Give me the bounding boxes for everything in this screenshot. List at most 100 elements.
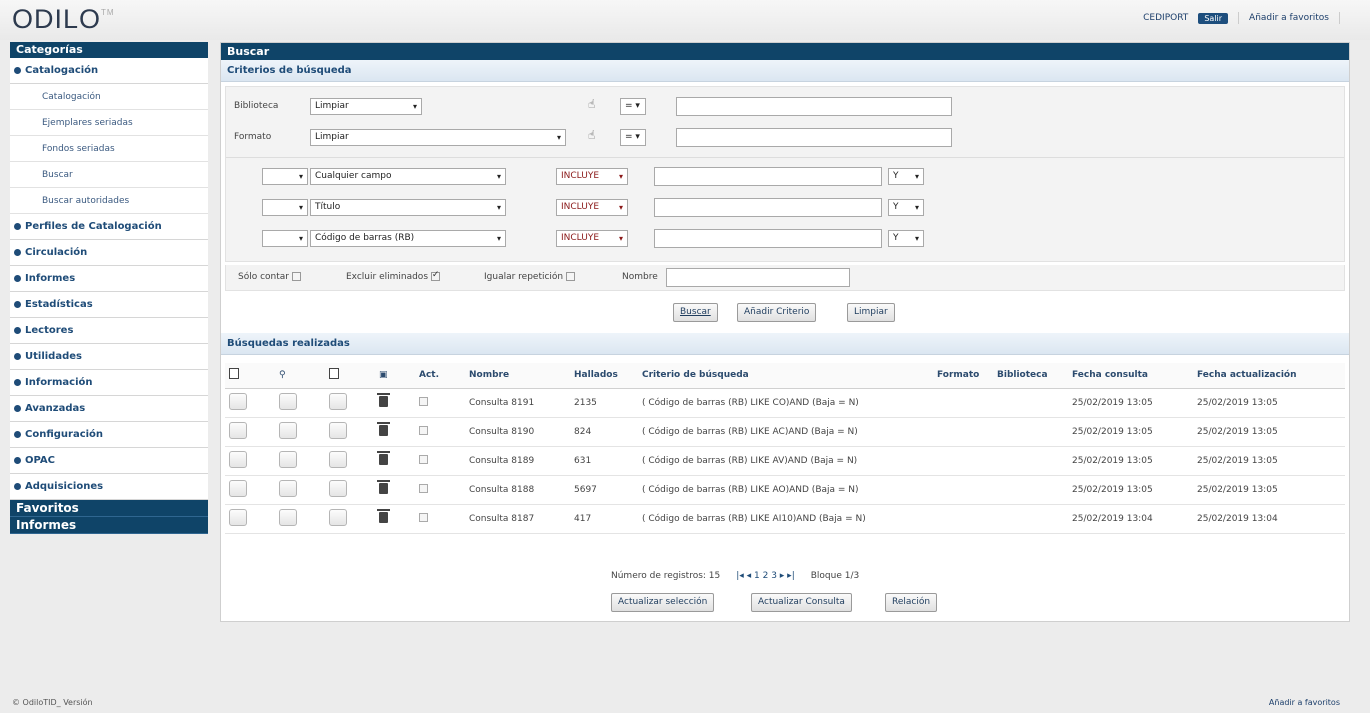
trash-icon[interactable] <box>377 392 390 407</box>
paren-select[interactable]: ▾ <box>262 199 308 216</box>
sidebar-item-adquisiciones[interactable]: Adquisiciones <box>10 474 208 500</box>
sidebar-subitem[interactable]: Buscar <box>10 162 208 188</box>
block-indicator: Bloque 1/3 <box>810 571 860 581</box>
sidebar-item-utilidades[interactable]: Utilidades <box>10 344 208 370</box>
formato-input[interactable] <box>676 128 952 147</box>
add-favorites-link[interactable]: Añadir a favoritos <box>1249 13 1329 23</box>
operator-select[interactable]: INCLUYE ▾ <box>556 199 628 216</box>
sidebar-item-configuracion[interactable]: Configuración <box>10 422 208 448</box>
field-select[interactable]: Título ▾ <box>310 199 506 216</box>
update-selection-button[interactable]: Actualizar selección <box>611 593 715 612</box>
sidebar-subitem[interactable]: Fondos seriadas <box>10 136 208 162</box>
trash-icon[interactable] <box>377 479 390 494</box>
field-select[interactable]: Cualquier campo ▾ <box>310 168 506 185</box>
select-checkbox[interactable] <box>229 508 247 526</box>
select-checkbox[interactable] <box>229 392 247 410</box>
sidebar: Categorías Catalogación Catalogación Eje… <box>10 42 208 534</box>
buscar-button[interactable]: Buscar <box>673 303 718 322</box>
result-name[interactable]: Consulta 8187 <box>465 504 570 534</box>
sidebar-subitem[interactable]: Buscar autoridades <box>10 188 208 214</box>
conjunction-select[interactable]: Y ▾ <box>888 199 924 216</box>
conjunction-select[interactable]: Y ▾ <box>888 230 924 247</box>
view-button[interactable] <box>279 421 297 439</box>
paren-select[interactable]: ▾ <box>262 230 308 247</box>
paren-select[interactable]: ▾ <box>262 168 308 185</box>
sidebar-subitem[interactable]: Catalogación <box>10 84 208 110</box>
result-name[interactable]: Consulta 8189 <box>465 446 570 476</box>
result-fecha: 25/02/2019 13:05 <box>1068 446 1193 476</box>
hand-pointer-icon[interactable]: ☝ <box>588 97 595 111</box>
igualar-repeticion-checkbox[interactable] <box>566 272 576 281</box>
sidebar-informes[interactable]: Informes <box>10 517 208 534</box>
operator-select[interactable]: INCLUYE ▾ <box>556 230 628 247</box>
add-criteria-button[interactable]: Añadir Criterio <box>737 303 817 322</box>
edit-button[interactable] <box>329 508 347 526</box>
select-checkbox[interactable] <box>229 479 247 497</box>
nombre-input[interactable] <box>666 268 850 287</box>
trash-icon[interactable] <box>377 421 390 436</box>
biblioteca-input[interactable] <box>676 97 952 116</box>
sidebar-item-estadisticas[interactable]: Estadísticas <box>10 292 208 318</box>
act-checkbox[interactable] <box>419 425 428 435</box>
result-name[interactable]: Consulta 8188 <box>465 475 570 505</box>
sidebar-item-avanzadas[interactable]: Avanzadas <box>10 396 208 422</box>
trash-icon[interactable] <box>377 450 390 465</box>
document-icon[interactable] <box>329 368 339 380</box>
trash-icon[interactable] <box>377 508 390 523</box>
formato-select[interactable]: Limpiar ▾ <box>310 129 566 146</box>
view-button[interactable] <box>279 392 297 410</box>
act-checkbox[interactable] <box>419 396 428 406</box>
sidebar-item-perfiles[interactable]: Perfiles de Catalogación <box>10 214 208 240</box>
sidebar-item-circulacion[interactable]: Circulación <box>10 240 208 266</box>
act-checkbox[interactable] <box>419 512 428 522</box>
col-formato: Formato <box>933 363 993 389</box>
bullet-icon <box>14 249 21 256</box>
act-checkbox[interactable] <box>419 483 428 493</box>
biblioteca-select[interactable]: Limpiar ▾ <box>310 98 422 115</box>
bullet-icon <box>14 405 21 412</box>
view-button[interactable] <box>279 450 297 468</box>
sidebar-favoritos[interactable]: Favoritos <box>10 500 208 517</box>
page-navigation[interactable]: |◂ ◂ 1 2 3 ▸ ▸| <box>736 571 794 581</box>
view-button[interactable] <box>279 508 297 526</box>
edit-button[interactable] <box>329 479 347 497</box>
value-input[interactable] <box>654 198 882 217</box>
sidebar-subitem[interactable]: Ejemplares seriadas <box>10 110 208 136</box>
edit-button[interactable] <box>329 421 347 439</box>
value-input[interactable] <box>654 229 882 248</box>
result-actualizacion: 25/02/2019 13:05 <box>1193 417 1345 447</box>
edit-button[interactable] <box>329 450 347 468</box>
value-input[interactable] <box>654 167 882 186</box>
footer-favorites-link[interactable]: Añadir a favoritos <box>1269 698 1340 707</box>
result-name[interactable]: Consulta 8190 <box>465 417 570 447</box>
result-name[interactable]: Consulta 8191 <box>465 388 570 418</box>
sidebar-item-opac[interactable]: OPAC <box>10 448 208 474</box>
field-select[interactable]: Código de barras (RB) ▾ <box>310 230 506 247</box>
biblioteca-operator-select[interactable]: = ▾ <box>620 98 646 115</box>
pagination: Número de registros: 15 |◂ ◂ 1 2 3 ▸ ▸| … <box>611 571 859 581</box>
select-checkbox[interactable] <box>229 450 247 468</box>
logout-button[interactable]: Salir <box>1198 12 1229 24</box>
solo-contar-checkbox[interactable] <box>291 272 301 281</box>
formato-operator-select[interactable]: = ▾ <box>620 129 646 146</box>
save-icon[interactable]: ▣ <box>375 363 415 389</box>
act-checkbox[interactable] <box>419 454 428 464</box>
update-query-button[interactable]: Actualizar Consulta <box>751 593 852 612</box>
sidebar-item-catalogacion[interactable]: Catalogación <box>10 58 208 84</box>
conjunction-select[interactable]: Y ▾ <box>888 168 924 185</box>
relation-button[interactable]: Relación <box>885 593 938 612</box>
select-checkbox[interactable] <box>229 421 247 439</box>
lightbulb-icon[interactable]: ⚲ <box>275 363 325 389</box>
view-button[interactable] <box>279 479 297 497</box>
hand-pointer-icon[interactable]: ☝ <box>588 128 595 142</box>
select-all-icon[interactable] <box>229 368 239 380</box>
limpiar-button[interactable]: Limpiar <box>847 303 895 322</box>
sidebar-item-informacion[interactable]: Información <box>10 370 208 396</box>
col-hallados: Hallados <box>570 363 638 389</box>
excluir-eliminados-checkbox[interactable] <box>430 270 440 281</box>
sidebar-item-informes[interactable]: Informes <box>10 266 208 292</box>
edit-button[interactable] <box>329 392 347 410</box>
sidebar-item-lectores[interactable]: Lectores <box>10 318 208 344</box>
operator-select[interactable]: INCLUYE ▾ <box>556 168 628 185</box>
record-count: Número de registros: 15 <box>611 571 721 581</box>
